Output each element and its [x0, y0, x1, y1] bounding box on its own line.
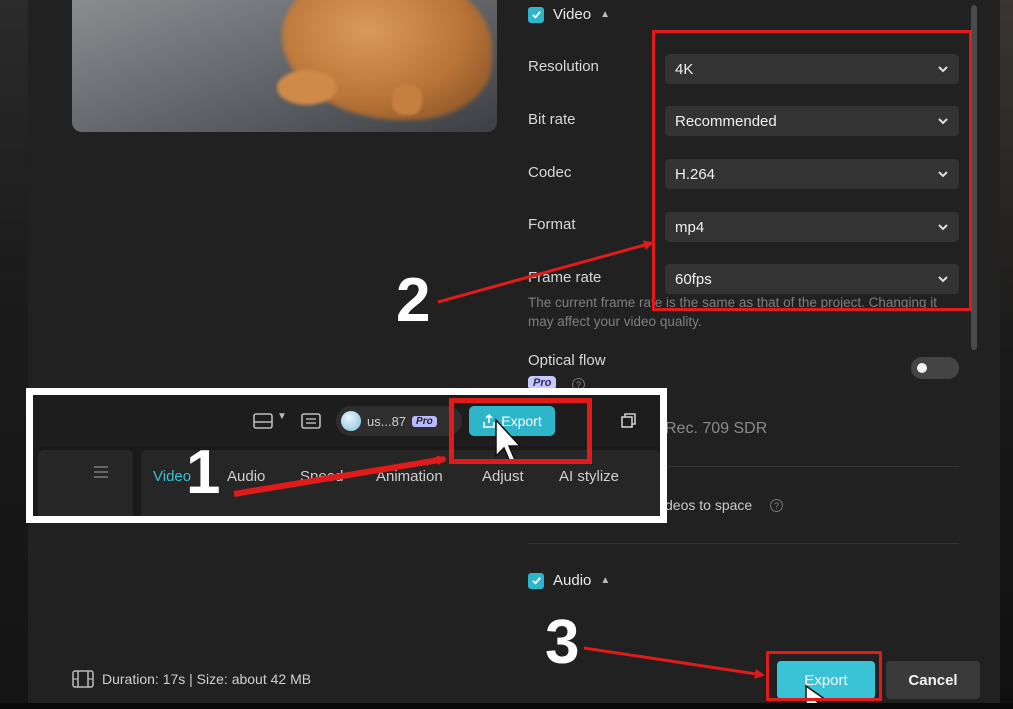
- arrow-step-2: [437, 240, 654, 304]
- arrow-step-1: [233, 455, 447, 497]
- step-number-1: 1: [186, 438, 221, 507]
- step-number-2: 2: [396, 266, 431, 335]
- cursor-icon: [495, 418, 522, 463]
- background-bottom: [0, 703, 1013, 709]
- annotation-arrows: [233, 240, 829, 709]
- arrow-step-3: [583, 646, 765, 679]
- step-number-3: 3: [545, 608, 580, 677]
